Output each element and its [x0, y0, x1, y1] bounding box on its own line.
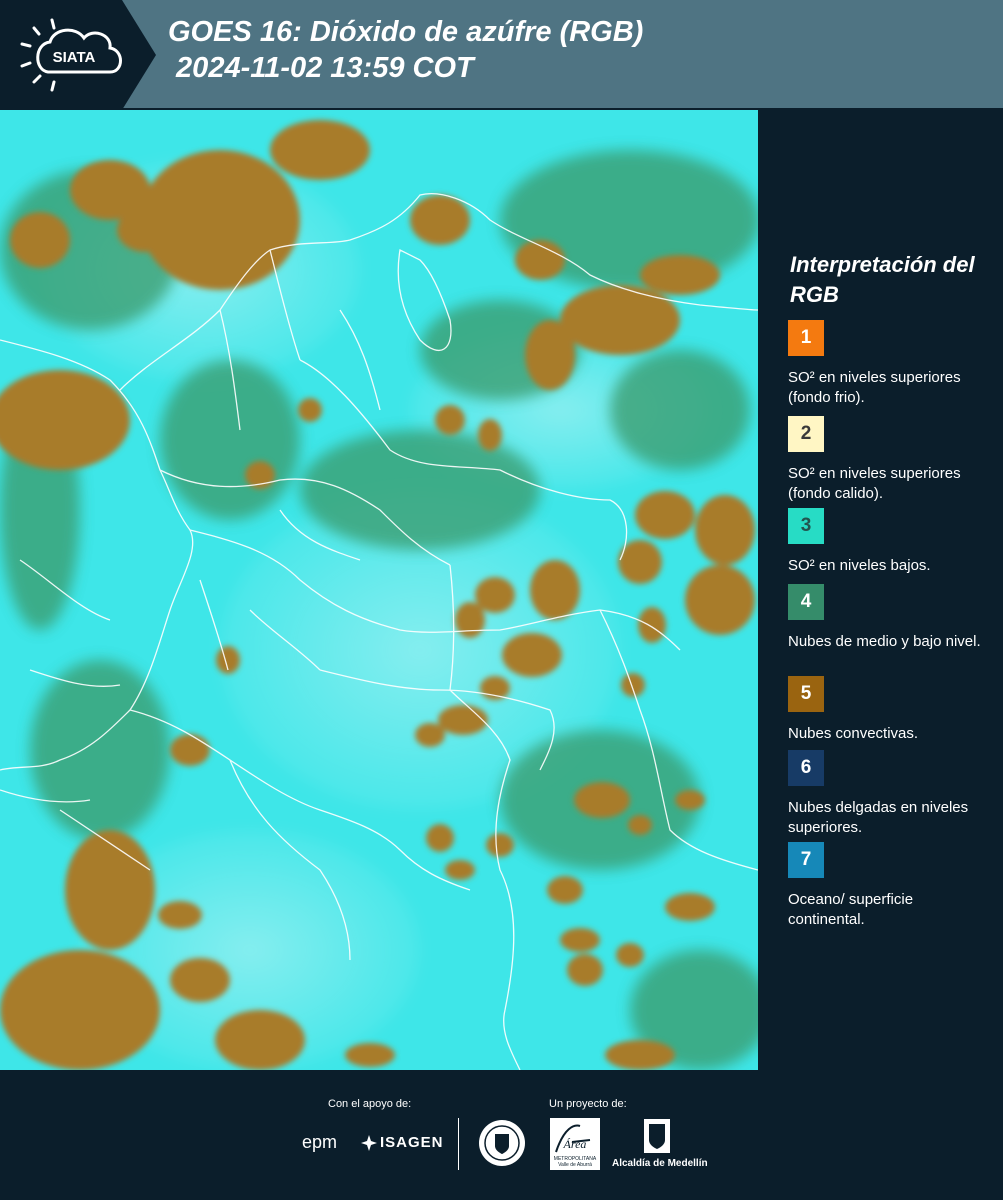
- page-title: GOES 16: Dióxido de azúfre (RGB) 2024-11…: [168, 16, 644, 84]
- svg-text:Área: Área: [563, 1137, 587, 1151]
- medellin-seal-icon: [479, 1120, 525, 1166]
- legend-swatch: 5: [788, 676, 824, 712]
- legend-swatch: 3: [788, 508, 824, 544]
- legend-item: 2 SO² en niveles superiores (fondo calid…: [788, 416, 988, 504]
- legend-item: 3 SO² en niveles bajos.: [788, 508, 988, 576]
- legend-label: Nubes delgadas en niveles superiores.: [788, 799, 969, 836]
- project-label: Un proyecto de:: [549, 1098, 627, 1110]
- footer-divider: [458, 1118, 459, 1170]
- map-image: [0, 110, 758, 1070]
- legend-swatch: 1: [788, 320, 824, 356]
- legend-label: SO² en niveles superiores (fondo frio).: [788, 369, 961, 406]
- legend-label: Nubes de medio y bajo nivel.: [788, 633, 981, 650]
- legend-title: Interpretación del RGB: [790, 252, 975, 307]
- legend-item: 1 SO² en niveles superiores (fondo frio)…: [788, 320, 988, 408]
- legend-swatch: 4: [788, 584, 824, 620]
- logo-text: SIATA: [53, 49, 96, 66]
- legend-item: 5 Nubes convectivas.: [788, 676, 988, 744]
- legend-swatch: 6: [788, 750, 824, 786]
- legend-item: 7 Oceano/ superficie continental.: [788, 842, 988, 930]
- svg-text:Valle de Aburrá: Valle de Aburrá: [558, 1162, 592, 1168]
- satellite-map: [0, 110, 758, 1070]
- header: SIATA GOES 16: Dióxido de azúfre (RGB) 2…: [0, 0, 1003, 110]
- legend-item: 4 Nubes de medio y bajo nivel.: [788, 584, 988, 652]
- legend-swatch: 7: [788, 842, 824, 878]
- legend-label: Nubes convectivas.: [788, 725, 919, 742]
- legend-panel: Interpretación del RGB 1 SO² en niveles …: [768, 110, 1003, 1070]
- area-metropolitana-logo: Área METROPOLITANA Valle de Aburrá: [550, 1118, 600, 1170]
- legend-swatch: 2: [788, 416, 824, 452]
- legend-item: 6 Nubes delgadas en niveles superiores.: [788, 750, 988, 838]
- alcaldia-logo: Alcaldía de Medellín: [612, 1158, 708, 1169]
- support-label: Con el apoyo de:: [328, 1098, 412, 1110]
- legend-label: SO² en niveles superiores (fondo calido)…: [788, 465, 961, 502]
- legend-label: Oceano/ superficie continental.: [788, 891, 914, 928]
- isagen-icon: [361, 1135, 377, 1151]
- legend-label: SO² en niveles bajos.: [788, 557, 931, 574]
- footer: Con el apoyo de: Un proyecto de: epm ISA…: [0, 1070, 1003, 1200]
- siata-logo: SIATA: [20, 18, 122, 92]
- epm-logo: epm: [302, 1132, 338, 1152]
- alcaldia-shield-icon: [644, 1119, 670, 1153]
- isagen-logo: ISAGEN: [380, 1134, 444, 1151]
